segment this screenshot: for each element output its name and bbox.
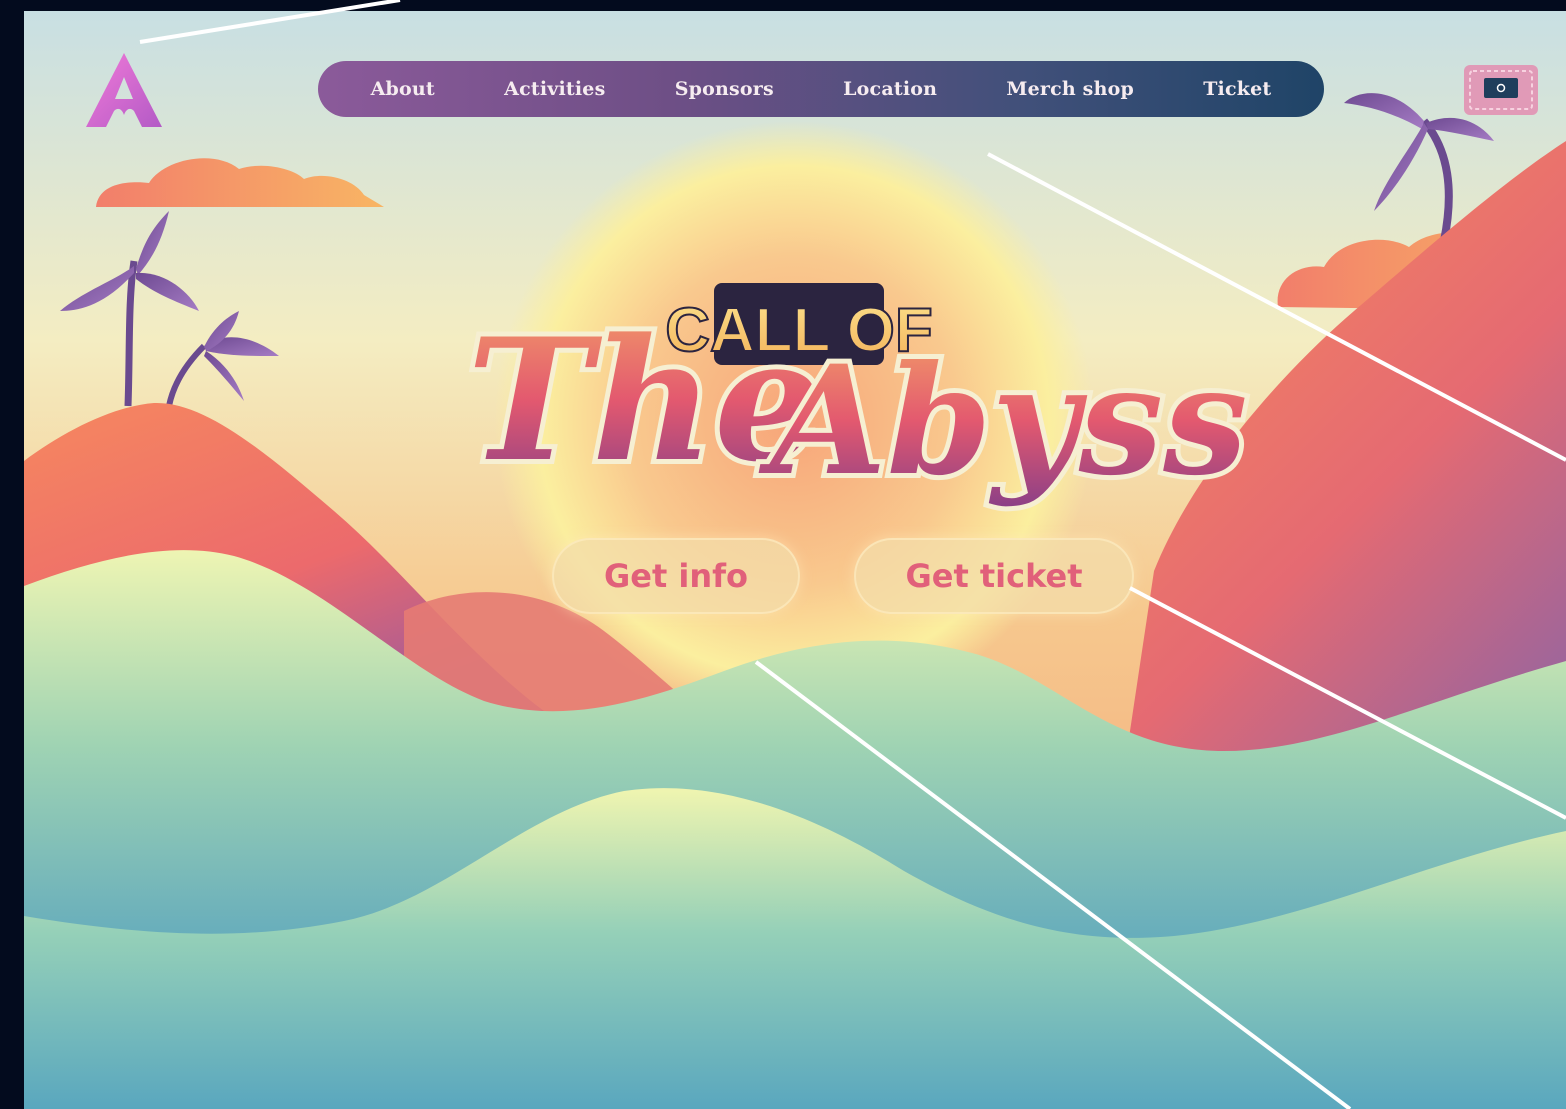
nav-activities[interactable]: Activities (504, 78, 605, 100)
title-abyss: Abyss (758, 333, 1247, 509)
page-canvas: CALL OF The Abyss About Activities Spons… (24, 11, 1566, 1109)
ticket-icon[interactable] (1462, 61, 1540, 119)
nav-merch-shop[interactable]: Merch shop (1006, 78, 1134, 100)
title-the: The (467, 301, 821, 499)
nav-ticket[interactable]: Ticket (1203, 78, 1271, 100)
get-ticket-button[interactable]: Get ticket (854, 538, 1134, 614)
main-nav: About Activities Sponsors Location Merch… (318, 61, 1324, 117)
nav-sponsors[interactable]: Sponsors (675, 78, 774, 100)
nav-about[interactable]: About (371, 78, 435, 100)
get-info-button[interactable]: Get info (552, 538, 800, 614)
nav-location[interactable]: Location (843, 78, 937, 100)
stylized-a-logo-icon[interactable] (82, 49, 166, 133)
